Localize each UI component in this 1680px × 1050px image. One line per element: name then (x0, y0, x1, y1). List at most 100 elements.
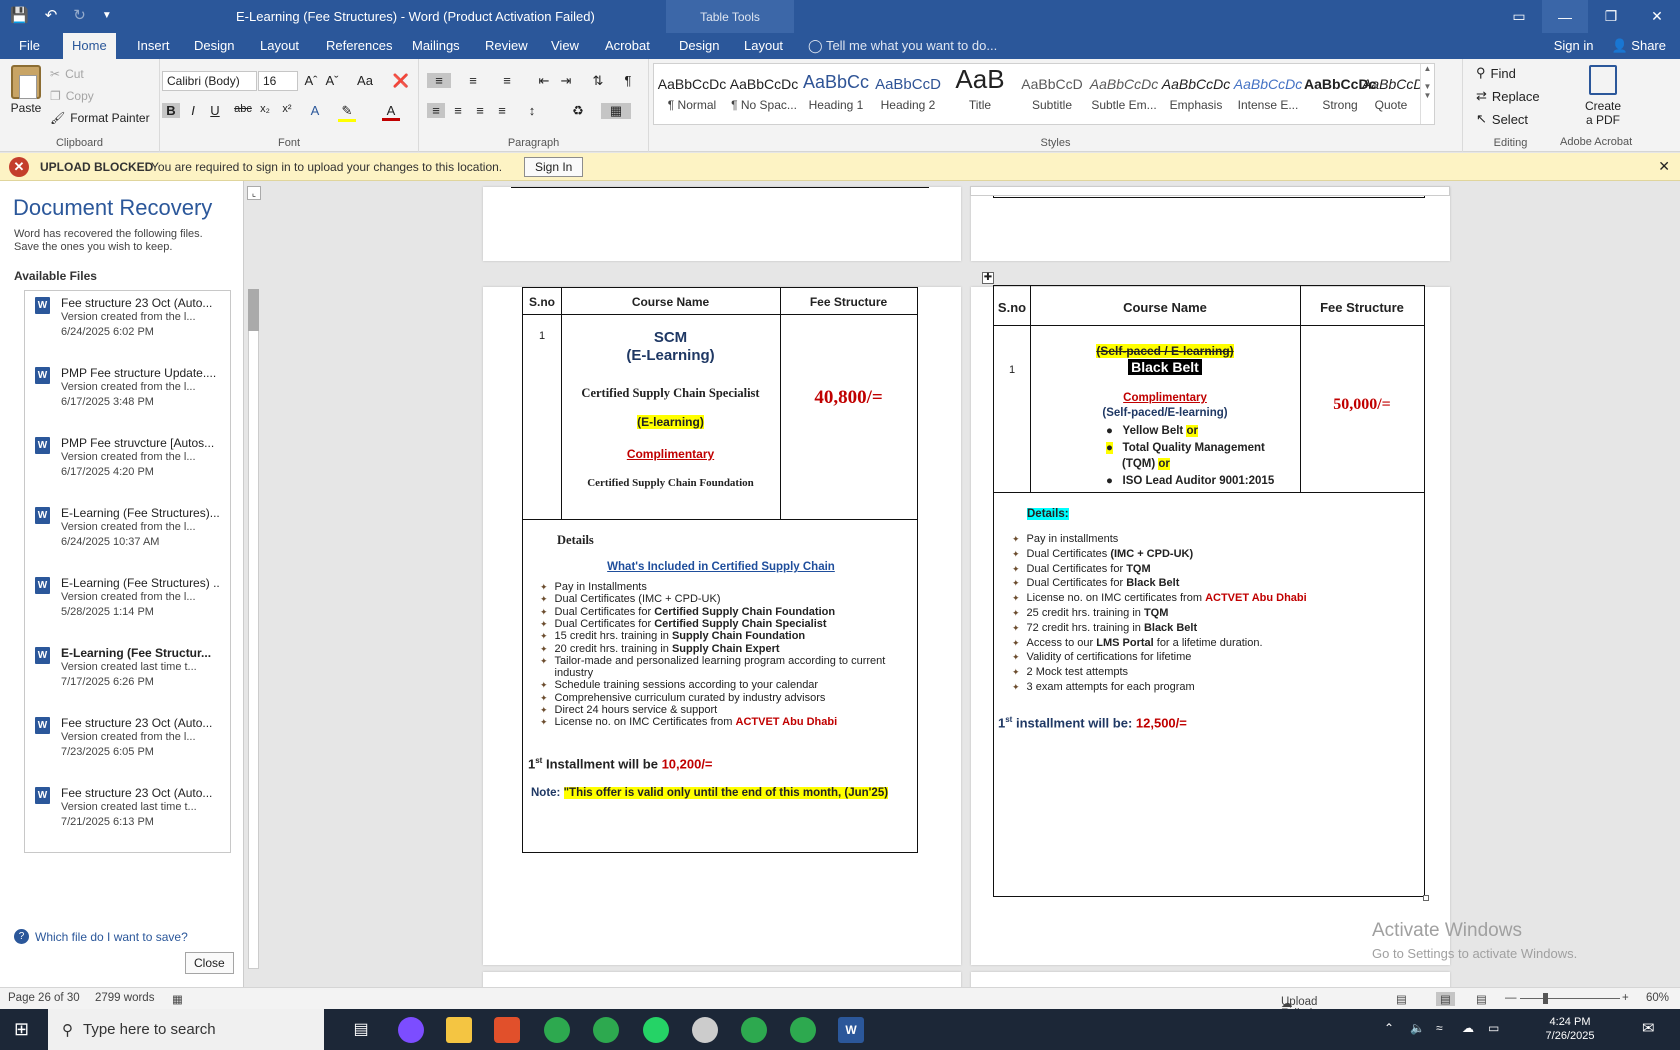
share-button[interactable]: 👤 Share (1611, 33, 1666, 59)
taskbar-search[interactable]: ⚲ Type here to search (48, 1009, 324, 1050)
tab-selector-icon[interactable]: ⌞ (247, 186, 261, 200)
app-icon[interactable] (494, 1017, 520, 1043)
zoom-out-icon[interactable]: — (1505, 992, 1517, 1004)
style-subtle-emphasis[interactable]: AaBbCcDc Subtle Em... (1088, 64, 1160, 124)
tab-insert[interactable]: Insert (128, 33, 179, 59)
recovered-file-item[interactable]: W E-Learning (Fee Structures)... Version c… (25, 501, 230, 571)
clock-app-icon[interactable] (692, 1017, 718, 1043)
cut-button[interactable]: ✂ Cut (50, 67, 84, 81)
change-case-icon[interactable]: Aa (352, 73, 378, 88)
zoom-slider-thumb[interactable] (1543, 993, 1548, 1004)
tab-file[interactable]: File (10, 33, 49, 59)
replace-button[interactable]: ⇄ Replace (1476, 88, 1540, 104)
word-taskbar-icon[interactable]: W (838, 1017, 864, 1043)
borders-icon[interactable]: ▦ (601, 103, 631, 119)
recovered-file-item[interactable]: W Fee structure 23 Oct (Auto... Version cr… (25, 711, 230, 781)
network-icon[interactable]: ☁ (1462, 1021, 1474, 1035)
recovered-file-item[interactable]: W PMP Fee structure Update.... Version cre… (25, 361, 230, 431)
whatsapp-icon[interactable] (643, 1017, 669, 1043)
tab-view[interactable]: View (542, 33, 588, 59)
print-layout-icon[interactable]: ▤ (1436, 992, 1455, 1006)
proofing-icon[interactable]: ▦ (172, 992, 183, 1006)
bold-button[interactable]: B (162, 103, 180, 118)
notifications-icon[interactable]: ✉ (1642, 1019, 1655, 1037)
style-heading-2[interactable]: AaBbCcD Heading 2 (872, 64, 944, 124)
display-icon[interactable]: ▭ (1488, 1021, 1499, 1035)
save-icon[interactable]: 💾 (10, 6, 29, 24)
tab-design[interactable]: Design (185, 33, 243, 59)
tab-table-layout[interactable]: Layout (735, 33, 792, 59)
table-resize-handle[interactable] (1423, 895, 1429, 901)
increase-indent-icon[interactable]: ⇥ (557, 73, 575, 89)
volume-icon[interactable]: 🔈 (1410, 1021, 1425, 1035)
which-file-link[interactable]: ? Which file do I want to save? (14, 929, 188, 944)
word-count[interactable]: 2799 words (95, 992, 154, 1004)
chrome-icon[interactable] (544, 1017, 570, 1043)
tray-chevron-icon[interactable]: ⌃ (1384, 1021, 1394, 1035)
tell-me-search[interactable]: ◯ Tell me what you want to do... (808, 33, 997, 59)
undo-icon[interactable]: ↶ (45, 6, 58, 24)
paste-button[interactable]: Paste (6, 65, 46, 115)
highlight-icon[interactable]: ✎ (338, 103, 356, 122)
recovered-file-item[interactable]: W Fee structure 23 Oct (Auto... Version cr… (25, 781, 230, 851)
create-pdf-button[interactable]: Create a PDF (1566, 65, 1640, 127)
redo-icon[interactable]: ↻ (73, 6, 86, 24)
format-painter-button[interactable]: 🖌 Format Painter (50, 111, 150, 125)
font-size-box[interactable]: 16 (258, 71, 298, 91)
recovered-file-item[interactable]: W E-Learning (Fee Structures) .. Version c… (25, 571, 230, 641)
style-normal[interactable]: AaBbCcDc ¶ Normal (656, 64, 728, 124)
styles-gallery-scroll[interactable]: ▲ ▼ ▼ (1420, 64, 1434, 124)
decrease-indent-icon[interactable]: ⇤ (535, 73, 553, 89)
tab-review[interactable]: Review (476, 33, 537, 59)
page-count[interactable]: Page 26 of 30 (8, 992, 80, 1004)
zoom-level[interactable]: 60% (1646, 992, 1669, 1004)
chrome-icon-3[interactable] (741, 1017, 767, 1043)
style-title[interactable]: AaB Title (944, 64, 1016, 124)
chrome-icon-2[interactable] (593, 1017, 619, 1043)
underline-button[interactable]: U (206, 103, 224, 118)
recovered-file-item[interactable]: W E-Learning (Fee Structur... Version crea… (25, 641, 230, 711)
style-emphasis[interactable]: AaBbCcDc Emphasis (1160, 64, 1232, 124)
table-move-handle[interactable]: ✚ (982, 272, 994, 284)
sort-icon[interactable]: ⇅ (589, 73, 607, 89)
style-intense-emphasis[interactable]: AaBbCcDc Intense E... (1232, 64, 1304, 124)
file-explorer-icon[interactable] (446, 1017, 472, 1043)
align-right-icon[interactable]: ≡ (471, 103, 489, 118)
style-no-spacing[interactable]: AaBbCcDc ¶ No Spac... (728, 64, 800, 124)
copilot-icon[interactable] (398, 1017, 424, 1043)
shading-icon[interactable]: ♻ (569, 103, 587, 119)
zoom-slider[interactable] (1520, 998, 1620, 999)
numbering-icon[interactable]: ≡ (461, 73, 485, 88)
tab-layout[interactable]: Layout (251, 33, 308, 59)
superscript-button[interactable]: x² (278, 103, 296, 115)
sign-in-button[interactable]: Sign In (524, 157, 584, 177)
font-name-box[interactable]: Calibri (Body) (162, 71, 257, 91)
restore-button[interactable]: ❐ (1588, 0, 1634, 33)
chrome-icon-4[interactable] (790, 1017, 816, 1043)
clear-format-icon[interactable]: ❌ (392, 73, 410, 89)
tab-table-design[interactable]: Design (670, 33, 728, 59)
style-quote[interactable]: AaBbCcDcQuote (1362, 64, 1420, 124)
multilevel-list-icon[interactable]: ≡ (495, 73, 519, 88)
minimize-button[interactable]: — (1542, 0, 1588, 33)
copy-button[interactable]: ❐ Copy (50, 89, 94, 103)
close-recovery-button[interactable]: Close (185, 952, 234, 974)
line-spacing-icon[interactable]: ↕ (523, 103, 541, 118)
show-marks-icon[interactable]: ¶ (619, 73, 637, 88)
wifi-icon[interactable]: ≈ (1436, 1021, 1443, 1035)
recovered-file-item[interactable]: W PMP Fee struvcture [Autos... Version cre… (25, 431, 230, 501)
find-button[interactable]: ⚲ Find (1476, 65, 1516, 81)
justify-icon[interactable]: ≡ (493, 103, 511, 118)
zoom-in-icon[interactable]: + (1622, 992, 1629, 1004)
style-subtitle[interactable]: AaBbCcD Subtitle (1016, 64, 1088, 124)
sign-in-link[interactable]: Sign in (1554, 33, 1594, 59)
tab-home[interactable]: Home (63, 33, 116, 59)
tab-references[interactable]: References (317, 33, 401, 59)
align-left-icon[interactable]: ≡ (427, 103, 445, 118)
align-center-icon[interactable]: ≡ (449, 103, 467, 118)
close-window-button[interactable]: ✕ (1634, 0, 1680, 33)
tab-mailings[interactable]: Mailings (403, 33, 469, 59)
windows-start-icon[interactable]: ⊞ (14, 1019, 29, 1040)
task-view-icon[interactable]: ▤ (348, 1017, 374, 1043)
ribbon-display-icon[interactable]: ▭ (1496, 0, 1542, 33)
